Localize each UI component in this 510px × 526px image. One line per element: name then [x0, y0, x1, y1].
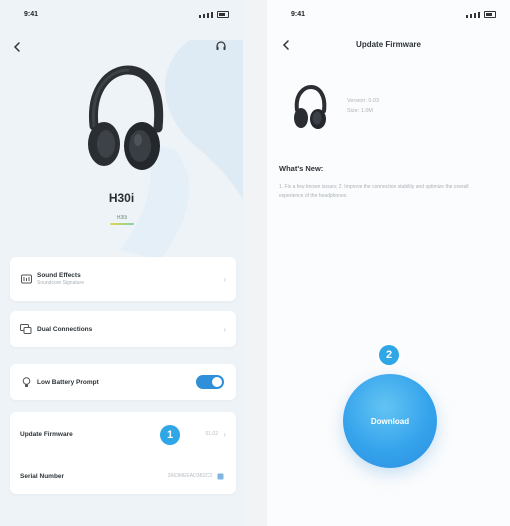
chevron-right-icon: ›: [223, 274, 226, 284]
signal-icon: [466, 11, 496, 18]
firmware-version-value: 01.02: [205, 431, 218, 437]
step-marker-1: 1: [160, 425, 180, 445]
release-notes: 1. Fix a few known issues; 2. Improve th…: [279, 184, 469, 199]
firmware-version: Version: 0.03: [347, 98, 380, 104]
support-button[interactable]: [214, 39, 228, 53]
headphones-image: [88, 65, 164, 170]
device-settings-screen: 9:41 H30i H30i Sound Effects Soundcore S…: [0, 0, 243, 526]
serial-number-label: Serial Number: [20, 472, 65, 480]
device-name: H30i: [108, 191, 135, 205]
signal-icon: [199, 11, 229, 18]
back-button[interactable]: [10, 40, 24, 54]
low-battery-toggle[interactable]: [196, 375, 224, 389]
low-battery-label: Low Battery Prompt: [37, 378, 99, 386]
low-battery-card: Low Battery Prompt: [10, 364, 236, 400]
chevron-right-icon: ›: [223, 324, 226, 334]
firmware-serial-card: Update Firmware 01.02 › Serial Number 36…: [10, 412, 236, 494]
serial-number-row: Serial Number 3663MEEAD3B2C3: [10, 464, 236, 488]
chevron-right-icon: ›: [223, 429, 226, 439]
dual-connections-row[interactable]: Dual Connections ›: [10, 317, 236, 341]
battery-icon: [484, 11, 496, 18]
status-bar: 9:41: [0, 11, 243, 21]
headset-icon: [216, 41, 226, 50]
dual-devices-icon: [20, 323, 32, 335]
update-firmware-row[interactable]: Update Firmware 01.02 ›: [10, 422, 236, 446]
status-time: 9:41: [291, 11, 306, 18]
sound-effects-subtitle: Soundcore Signature: [37, 280, 84, 286]
sound-effects-label: Sound Effects: [37, 272, 81, 279]
whats-new-heading: What's New:: [279, 164, 324, 173]
sound-effects-row[interactable]: Sound Effects Soundcore Signature ›: [10, 267, 236, 291]
tutorial-stage: 9:41 H30i H30i Sound Effects Soundcore S…: [0, 0, 510, 526]
update-firmware-screen: 9:41 Update Firmware Version: 0.03 Size:…: [267, 0, 510, 526]
status-bar: 9:41: [267, 11, 510, 21]
step-marker-2: 2: [379, 345, 399, 365]
battery-icon: [217, 11, 229, 18]
dual-connections-label: Dual Connections: [37, 325, 93, 333]
equalizer-icon: [20, 273, 32, 285]
page-title: Update Firmware: [356, 40, 421, 49]
bulb-icon: [20, 376, 32, 388]
dual-connections-card[interactable]: Dual Connections ›: [10, 311, 236, 347]
copy-icon[interactable]: [217, 467, 224, 485]
update-firmware-label: Update Firmware: [20, 430, 73, 438]
firmware-info: Version: 0.03 Size: 1.0M: [347, 96, 379, 116]
sound-effects-card[interactable]: Sound Effects Soundcore Signature ›: [10, 257, 236, 301]
download-button[interactable]: Download: [343, 374, 437, 468]
device-model-badge: H30i: [110, 215, 134, 225]
serial-number-value: 3663MEEAD3B2C3: [167, 473, 212, 479]
low-battery-row: Low Battery Prompt: [10, 370, 236, 394]
chevron-left-icon: [13, 42, 20, 52]
status-time: 9:41: [24, 11, 39, 18]
headphones-thumbnail: [294, 84, 327, 129]
firmware-size: Size: 1.0M: [347, 108, 373, 114]
